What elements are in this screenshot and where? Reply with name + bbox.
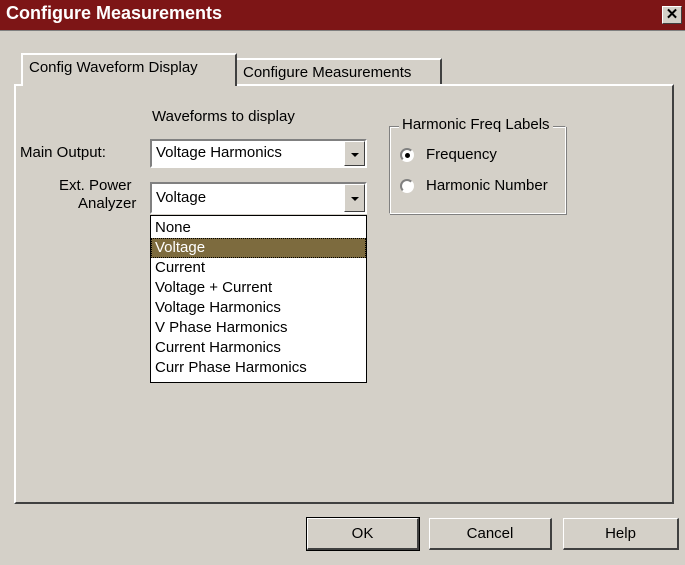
- harmonic-number-label[interactable]: Harmonic Number: [426, 177, 548, 194]
- list-option-voltage[interactable]: Voltage: [151, 238, 366, 258]
- title-divider: [0, 30, 685, 31]
- ext-power-analyzer-select[interactable]: Voltage: [150, 182, 367, 214]
- group-title: Harmonic Freq Labels: [399, 116, 553, 133]
- ext-power-analyzer-listbox[interactable]: None Voltage Current Voltage + Current V…: [150, 215, 367, 383]
- analyzer-label: Analyzer: [78, 195, 137, 212]
- harmonic-number-radio[interactable]: [400, 179, 414, 193]
- radio-selected-dot: [405, 153, 410, 158]
- frequency-radio[interactable]: [400, 148, 414, 162]
- main-output-dropdown-button[interactable]: [344, 141, 365, 166]
- frequency-label[interactable]: Frequency: [426, 146, 497, 163]
- list-option-curr-phase-harmonics[interactable]: Curr Phase Harmonics: [151, 358, 366, 378]
- close-button[interactable]: ✕: [662, 6, 682, 24]
- list-option-voltage-harmonics[interactable]: Voltage Harmonics: [151, 298, 366, 318]
- list-option-current[interactable]: Current: [151, 258, 366, 278]
- tab-label: Config Waveform Display: [29, 59, 198, 76]
- list-option-none[interactable]: None: [151, 218, 366, 238]
- list-option-voltage-plus-current[interactable]: Voltage + Current: [151, 278, 366, 298]
- list-option-v-phase-harmonics[interactable]: V Phase Harmonics: [151, 318, 366, 338]
- ext-power-analyzer-dropdown-button[interactable]: [344, 184, 365, 212]
- window-title: Configure Measurements: [6, 3, 223, 23]
- waveforms-heading: Waveforms to display: [152, 108, 295, 125]
- ext-power-analyzer-value: Voltage: [156, 189, 207, 206]
- tab-config-waveform-display[interactable]: Config Waveform Display: [21, 53, 237, 86]
- close-icon: ✕: [665, 6, 679, 23]
- cancel-button[interactable]: Cancel: [429, 518, 552, 550]
- list-option-current-harmonics[interactable]: Current Harmonics: [151, 338, 366, 358]
- title-bar[interactable]: Configure Measurements ✕: [0, 0, 685, 30]
- chevron-down-icon: [351, 153, 359, 157]
- main-output-select[interactable]: Voltage Harmonics: [150, 139, 367, 168]
- help-button[interactable]: Help: [563, 518, 679, 550]
- main-output-label: Main Output:: [20, 144, 106, 161]
- tab-configure-measurements[interactable]: Configure Measurements: [237, 58, 442, 86]
- harmonic-freq-labels-group: [389, 126, 566, 214]
- ext-power-label: Ext. Power: [59, 177, 132, 194]
- tab-label: Configure Measurements: [243, 64, 412, 81]
- ok-button[interactable]: OK: [306, 517, 420, 551]
- main-output-value: Voltage Harmonics: [156, 144, 282, 161]
- active-tab-joint: [23, 83, 235, 87]
- chevron-down-icon: [351, 197, 359, 201]
